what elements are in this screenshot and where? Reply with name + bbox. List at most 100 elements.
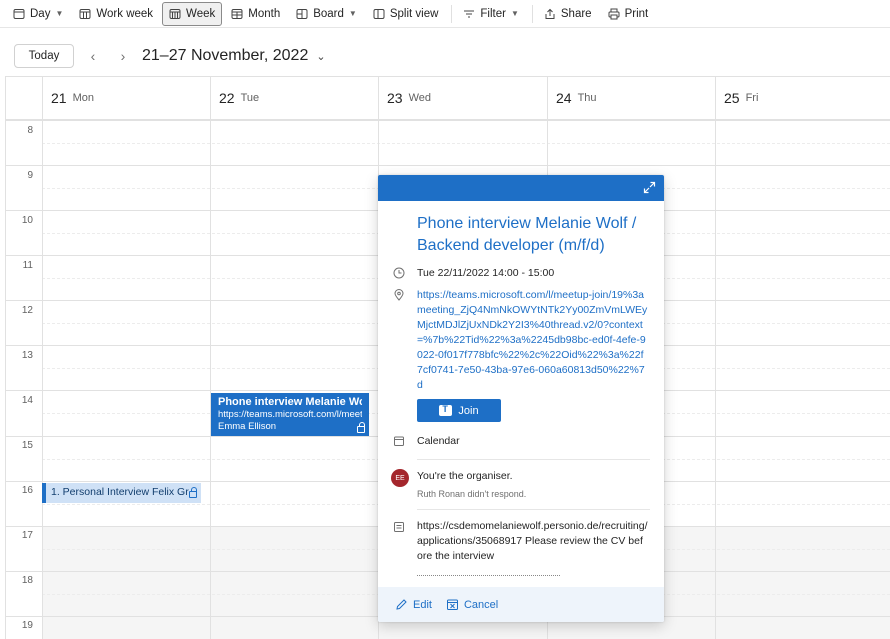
toolbar-separator — [451, 4, 453, 23]
event-details-popup: Phone interview Melanie Wolf / Backend d… — [378, 175, 664, 622]
event-phone-interview[interactable]: Phone interview Melanie Wolf https://tea… — [211, 393, 369, 436]
popup-datetime: Tue 22/11/2022 14:00 - 15:00 — [417, 267, 555, 279]
day-number: 25 — [724, 90, 740, 106]
notes-icon — [394, 522, 404, 532]
day-name: Thu — [577, 92, 597, 104]
month-view-label: Month — [248, 7, 281, 20]
event-link: https://teams.microsoft.com/l/meetup — [218, 409, 362, 420]
print-icon — [608, 8, 620, 19]
week-view-label: Week — [186, 7, 216, 20]
chevron-left-icon[interactable]: ‹ — [78, 48, 108, 64]
hour-label: 16 — [21, 485, 33, 496]
pencil-icon — [396, 599, 407, 610]
popup-meeting-link[interactable]: https://teams.microsoft.com/l/meetup-joi… — [417, 288, 648, 393]
calendar-icon — [394, 436, 404, 446]
event-title: 1. Personal Interview Felix Gr — [51, 486, 189, 498]
share-icon — [545, 8, 555, 19]
share-label: Share — [560, 7, 592, 20]
day-column-line — [715, 76, 716, 639]
hour-label: 11 — [22, 260, 33, 271]
chevron-down-icon: ▼ — [55, 9, 64, 18]
work-week-button[interactable]: Work week — [72, 2, 160, 26]
filter-button[interactable]: Filter ▼ — [456, 2, 525, 26]
attendee-status: Ruth Ronan didn't respond. — [417, 489, 527, 499]
day-view-label: Day — [30, 7, 51, 20]
hour-label: 17 — [21, 530, 33, 541]
edit-button[interactable]: Edit — [395, 598, 432, 611]
popup-divider — [417, 509, 650, 510]
board-icon — [296, 8, 308, 19]
lock-icon — [189, 487, 197, 498]
day-number: 23 — [387, 90, 403, 106]
print-button[interactable]: Print — [601, 2, 656, 26]
today-button[interactable]: Today — [14, 44, 74, 68]
toolbar-separator — [531, 4, 533, 23]
day-view-button[interactable]: Day ▼ — [6, 2, 70, 26]
day-name: Wed — [408, 92, 431, 104]
board-view-button[interactable]: Board ▼ — [289, 2, 364, 26]
day-name: Mon — [72, 92, 94, 104]
chevron-down-icon: ▼ — [510, 9, 519, 18]
clock-icon — [393, 267, 405, 279]
work-week-label: Work week — [96, 7, 154, 20]
day-number: 21 — [51, 90, 67, 106]
popup-header-bar — [378, 175, 664, 201]
hour-label: 19 — [21, 620, 33, 631]
time-gutter-header — [5, 76, 42, 120]
hour-label: 12 — [21, 305, 33, 316]
popup-event-title: Phone interview Melanie Wolf / Backend d… — [417, 215, 637, 254]
teams-icon — [439, 404, 453, 416]
popup-footer: Edit Cancel — [378, 587, 664, 622]
cancel-button[interactable]: Cancel — [446, 598, 498, 611]
date-navigation: Today ‹ › 21–27 November, 2022 ⌄ — [0, 36, 890, 76]
chevron-right-icon[interactable]: › — [108, 48, 138, 64]
join-button[interactable]: Join — [417, 399, 501, 422]
day-header-wed[interactable]: 23 Wed — [378, 76, 547, 120]
cancel-calendar-icon — [446, 599, 458, 610]
popup-calendar-name: Calendar — [417, 435, 460, 447]
event-personal-interview[interactable]: 1. Personal Interview Felix Gr — [42, 483, 201, 503]
half-hour-line — [42, 143, 890, 144]
join-label: Join — [458, 404, 479, 417]
day-name: Tue — [240, 92, 260, 104]
filter-icon — [464, 10, 475, 17]
cancel-label: Cancel — [463, 598, 499, 611]
split-view-button[interactable]: Split view — [366, 2, 446, 26]
hour-label: 8 — [27, 125, 33, 136]
month-view-button[interactable]: Month — [224, 2, 287, 26]
month-icon — [231, 8, 243, 19]
expand-icon[interactable] — [643, 181, 656, 194]
week-view-button[interactable]: Week — [162, 1, 223, 26]
event-person: Emma Ellison — [218, 421, 277, 432]
day-number: 22 — [219, 90, 235, 106]
print-label: Print — [624, 7, 649, 20]
notes-separator — [417, 575, 560, 576]
hour-line — [5, 165, 890, 166]
organiser-text: You're the organiser. — [417, 470, 513, 482]
calendar-toolbar: Day ▼ Work week Week Month Board ▼ Split… — [0, 0, 890, 28]
chevron-down-icon[interactable]: ⌄ — [316, 50, 325, 63]
day-header-thu[interactable]: 24 Thu — [547, 76, 715, 120]
edit-label: Edit — [413, 598, 432, 611]
day-view-icon — [13, 8, 25, 19]
split-view-icon — [373, 8, 385, 19]
day-name: Fri — [745, 92, 759, 104]
board-view-label: Board — [313, 7, 344, 20]
location-pin-icon — [394, 289, 404, 301]
hour-label: 9 — [27, 170, 33, 181]
hour-label: 10 — [21, 215, 33, 226]
lock-icon — [357, 422, 365, 433]
day-header-tue[interactable]: 22 Tue — [210, 76, 378, 120]
day-header-mon[interactable]: 21 Mon — [42, 76, 210, 120]
chevron-down-icon: ▼ — [348, 9, 357, 18]
hour-label: 13 — [21, 350, 33, 361]
hour-line — [5, 120, 890, 121]
work-week-icon — [79, 8, 91, 19]
week-icon — [169, 8, 181, 19]
date-range-title[interactable]: 21–27 November, 2022 — [142, 47, 308, 65]
share-button[interactable]: Share — [537, 2, 599, 26]
day-header-fri[interactable]: 25 Fri — [715, 76, 890, 120]
hour-label: 15 — [21, 440, 33, 451]
event-title: Phone interview Melanie Wolf — [218, 396, 362, 408]
avatar[interactable]: EE — [391, 469, 409, 487]
